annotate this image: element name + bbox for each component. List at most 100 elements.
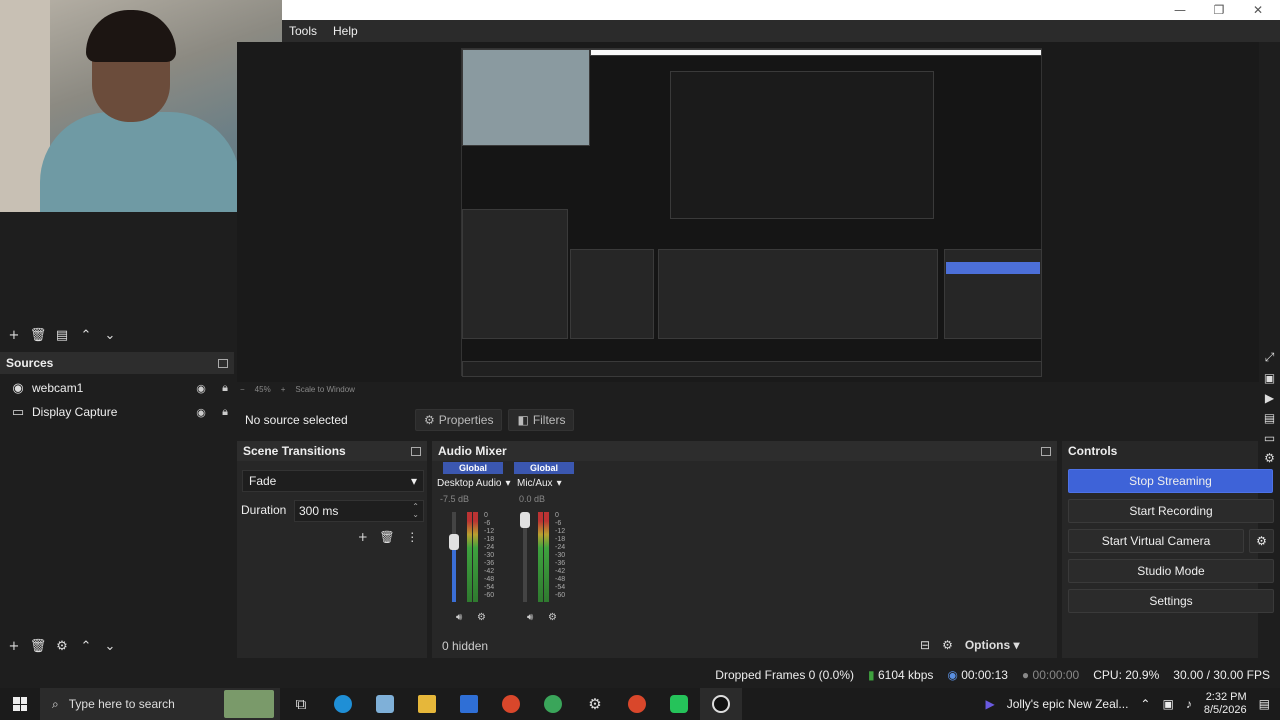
undock-icon[interactable] bbox=[1041, 446, 1051, 456]
layout-toggle-icon[interactable]: ⊟ bbox=[920, 638, 930, 652]
remove-source-icon[interactable]: 🗑 bbox=[30, 638, 47, 654]
remove-transition-icon[interactable]: 🗑 bbox=[379, 530, 394, 544]
start-button[interactable] bbox=[0, 688, 40, 720]
db-scale: 0 -6 -12 -18 -24 -30 -36 -42 -48 -54 -60 bbox=[484, 512, 495, 599]
transition-select[interactable]: Fade ▾ bbox=[242, 470, 424, 492]
expand-icon[interactable]: ⤢ bbox=[1265, 350, 1275, 365]
source-settings-icon[interactable]: ⚙ bbox=[54, 638, 70, 654]
menu-tools[interactable]: Tools bbox=[289, 24, 317, 38]
volume-slider[interactable] bbox=[452, 512, 456, 602]
virtual-camera-settings-icon[interactable]: ⚙ bbox=[1249, 529, 1274, 553]
add-scene-icon[interactable]: + bbox=[6, 327, 22, 343]
undock-icon[interactable] bbox=[218, 358, 228, 368]
chrome-profile-icon[interactable] bbox=[532, 688, 574, 720]
options-button[interactable]: Options ▾ bbox=[965, 638, 1020, 652]
camera-icon: ◉ bbox=[12, 380, 24, 396]
advanced-audio-gear-icon[interactable]: ⚙ bbox=[942, 638, 953, 652]
transitions-title: Scene Transitions bbox=[243, 444, 346, 458]
microphone-icon[interactable]: ♪ bbox=[1186, 697, 1192, 711]
add-transition-icon[interactable]: + bbox=[358, 530, 368, 544]
media-title[interactable]: Jolly's epic New Zeal... bbox=[1007, 697, 1129, 711]
file-explorer-icon[interactable] bbox=[406, 688, 448, 720]
whatsapp-icon[interactable] bbox=[658, 688, 700, 720]
lock-icon[interactable]: 🔒︎ bbox=[216, 405, 234, 419]
chrome-icon[interactable] bbox=[490, 688, 532, 720]
channel-db: 0.0 dB bbox=[519, 494, 546, 504]
clock[interactable]: 2:32 PM 8/5/2026 bbox=[1204, 691, 1247, 717]
record-dot-icon: ● bbox=[1021, 668, 1030, 682]
settings-button[interactable]: Settings bbox=[1068, 589, 1274, 613]
source-item[interactable]: ◉ webcam1 ◉ 🔒︎ bbox=[0, 376, 234, 400]
speaker-icon[interactable]: 🔊︎ bbox=[456, 612, 462, 623]
volume-knob[interactable] bbox=[449, 534, 459, 550]
app-icon[interactable] bbox=[364, 688, 406, 720]
preview-display-capture bbox=[461, 48, 1042, 377]
audio-settings-icon[interactable]: ⚙ bbox=[548, 612, 557, 623]
chevron-up-icon[interactable]: ⌃ bbox=[1140, 697, 1150, 711]
hidden-count: 0 hidden bbox=[442, 639, 489, 653]
speaker-icon[interactable]: 🔊︎ bbox=[527, 612, 533, 623]
zoom-level: 45% bbox=[254, 384, 271, 394]
dropped-frames: Dropped Frames 0 (0.0%) bbox=[715, 668, 855, 682]
mixer-toolbar: ⊟ ⚙ Options ▾ bbox=[920, 636, 1055, 654]
filter-icon: ◧ bbox=[517, 413, 529, 427]
taskbar-search[interactable]: ⌕ Type here to search bbox=[40, 688, 280, 720]
filters-scene-icon[interactable]: ▤ bbox=[54, 327, 70, 343]
task-view-icon[interactable]: ⧉ bbox=[280, 688, 322, 720]
zoom-in-icon[interactable]: + bbox=[281, 385, 286, 394]
channel-name[interactable]: Mic/Aux ▾ bbox=[517, 476, 562, 490]
search-placeholder: Type here to search bbox=[68, 697, 175, 711]
move-up-icon[interactable]: ⌃ bbox=[78, 638, 94, 654]
minimize-button[interactable]: — bbox=[1160, 0, 1200, 20]
controls-title: Controls bbox=[1068, 444, 1118, 458]
start-recording-button[interactable]: Start Recording bbox=[1068, 499, 1274, 523]
undock-icon[interactable] bbox=[411, 446, 421, 456]
notification-icon[interactable]: ▤ bbox=[1259, 697, 1270, 711]
cpu-usage: CPU: 20.9% bbox=[1093, 668, 1160, 682]
spin-arrows-icon[interactable]: ⌃ ⌄ bbox=[412, 503, 419, 519]
display-icon[interactable]: ▣ bbox=[1162, 697, 1173, 711]
add-source-icon[interactable]: + bbox=[6, 638, 22, 654]
remove-scene-icon[interactable]: 🗑 bbox=[30, 327, 47, 343]
camera-icon[interactable]: ▶ bbox=[1265, 391, 1274, 405]
channel-scope-label: Global bbox=[443, 462, 503, 474]
settings-app-icon[interactable]: ⚙ bbox=[574, 688, 616, 720]
menu-help[interactable]: Help bbox=[333, 24, 358, 38]
edge-icon[interactable] bbox=[322, 688, 364, 720]
preview-zoom-bar: − 45% + Scale to Window bbox=[240, 382, 430, 396]
duration-field[interactable]: 300 ms ⌃ ⌄ bbox=[294, 500, 424, 522]
obs-icon[interactable] bbox=[700, 688, 742, 720]
menu-bar: Tools Help bbox=[282, 20, 1280, 42]
status-bar: Dropped Frames 0 (0.0%) ▮ 6104 kbps ◉ 00… bbox=[237, 664, 1280, 686]
audio-settings-icon[interactable]: ⚙ bbox=[477, 612, 486, 623]
close-button[interactable]: ✕ bbox=[1238, 0, 1278, 20]
visibility-eye-icon[interactable]: ◉ bbox=[192, 382, 210, 395]
channel-name[interactable]: Desktop Audio ▾ bbox=[437, 476, 511, 490]
gear-icon: ⚙ bbox=[424, 413, 435, 427]
zoom-out-icon[interactable]: − bbox=[240, 385, 245, 394]
vu-meter bbox=[544, 512, 549, 602]
chrome-profile-icon[interactable] bbox=[616, 688, 658, 720]
bitrate: ▮ 6104 kbps bbox=[868, 668, 934, 682]
start-virtual-camera-button[interactable]: Start Virtual Camera bbox=[1068, 529, 1244, 553]
more-options-icon[interactable]: ⋮ bbox=[406, 530, 418, 544]
properties-button[interactable]: ⚙ Properties bbox=[415, 409, 503, 431]
scale-mode[interactable]: Scale to Window bbox=[295, 385, 355, 394]
filters-button[interactable]: ◧ Filters bbox=[508, 409, 575, 431]
store-icon[interactable] bbox=[448, 688, 490, 720]
source-item[interactable]: ▭ Display Capture ◉ 🔒︎ bbox=[0, 400, 234, 424]
window-icon[interactable]: ▭ bbox=[1264, 431, 1275, 445]
restore-button[interactable]: ❐ bbox=[1199, 0, 1239, 20]
move-down-icon[interactable]: ⌄ bbox=[102, 327, 118, 343]
lock-icon[interactable]: 🔒︎ bbox=[216, 381, 234, 395]
studio-mode-button[interactable]: Studio Mode bbox=[1068, 559, 1274, 583]
image-icon[interactable]: ▤ bbox=[1264, 411, 1275, 425]
vu-meter bbox=[467, 512, 472, 602]
visibility-eye-icon[interactable]: ◉ bbox=[192, 406, 210, 419]
volume-knob[interactable] bbox=[520, 512, 530, 528]
gear-icon[interactable]: ⚙ bbox=[1264, 451, 1275, 465]
screenshot-icon[interactable]: ▣ bbox=[1264, 371, 1275, 385]
move-up-icon[interactable]: ⌃ bbox=[78, 327, 94, 343]
stop-streaming-button[interactable]: Stop Streaming bbox=[1068, 469, 1273, 493]
move-down-icon[interactable]: ⌄ bbox=[102, 638, 118, 654]
